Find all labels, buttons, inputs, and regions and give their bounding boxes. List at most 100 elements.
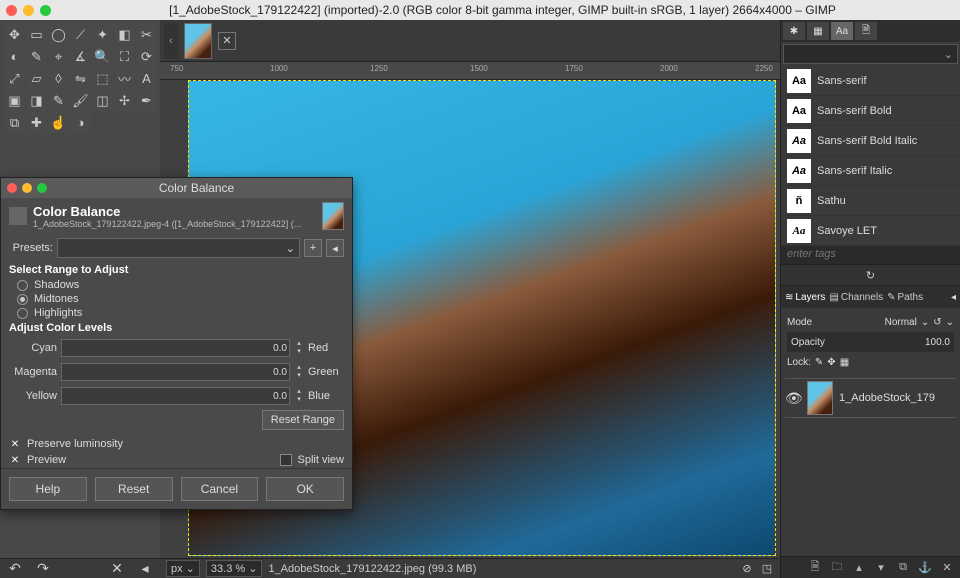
radio-midtones[interactable] bbox=[17, 294, 28, 305]
lock-pixel-icon[interactable]: ✎ bbox=[815, 357, 823, 368]
tab-close-icon[interactable]: ✕ bbox=[218, 32, 236, 50]
tool-eraser[interactable]: ◫ bbox=[92, 90, 113, 111]
tool-bycolor-select[interactable]: ◧ bbox=[114, 24, 135, 45]
spin-up-icon[interactable]: ▴ bbox=[294, 364, 304, 372]
preset-menu-icon[interactable]: ◂ bbox=[326, 239, 344, 257]
tool-flip[interactable]: ⇋ bbox=[70, 68, 91, 89]
help-button[interactable]: Help bbox=[9, 477, 87, 501]
tool-perspective[interactable]: ◊ bbox=[48, 68, 69, 89]
dialog-minimize-icon[interactable] bbox=[22, 183, 32, 193]
tool-text[interactable]: A bbox=[136, 68, 157, 89]
tool-rotate[interactable]: ⟳ bbox=[136, 46, 157, 67]
tab-prev-icon[interactable]: ‹ bbox=[164, 23, 178, 59]
tool-warp[interactable]: 〰 bbox=[114, 68, 135, 89]
anchor-layer-icon[interactable]: ⚓ bbox=[916, 560, 934, 576]
tool-bucket[interactable]: ▣ bbox=[4, 90, 25, 111]
tool-foreground[interactable]: ◐ bbox=[4, 46, 25, 67]
tool-zoom[interactable]: 🔍 bbox=[92, 46, 113, 67]
mode-select[interactable]: Normal bbox=[885, 317, 917, 328]
refresh-fonts-button[interactable]: ↻ bbox=[781, 264, 960, 286]
new-layer-icon[interactable]: 🗎 bbox=[806, 560, 824, 576]
spin-up-icon[interactable]: ▴ bbox=[294, 340, 304, 348]
tool-heal[interactable]: ✚ bbox=[26, 112, 47, 133]
tool-gradient[interactable]: ◨ bbox=[26, 90, 47, 111]
tool-smudge[interactable]: ☝ bbox=[48, 112, 69, 133]
font-item[interactable]: AaSans-serif Bold Italic bbox=[781, 126, 960, 156]
preserve-luminosity-checkbox[interactable]: ✕ bbox=[9, 438, 21, 450]
image-tab-thumb[interactable] bbox=[184, 23, 212, 59]
radio-shadows[interactable] bbox=[17, 280, 28, 291]
lower-layer-icon[interactable]: ▾ bbox=[872, 560, 890, 576]
spin-down-icon[interactable]: ▾ bbox=[294, 396, 304, 404]
slider-yellow-blue[interactable]: 0.0 bbox=[61, 387, 290, 405]
font-item[interactable]: AaSans-serif Italic bbox=[781, 156, 960, 186]
dock-tab-patterns-icon[interactable]: ▦ bbox=[807, 22, 829, 40]
dock-tab-brushes-icon[interactable]: ✱ bbox=[783, 22, 805, 40]
tab-layers[interactable]: ≋ Layers bbox=[785, 292, 825, 303]
tool-paintbrush[interactable]: 🖌 bbox=[70, 90, 91, 111]
radio-highlights[interactable] bbox=[17, 308, 28, 319]
tool-scale[interactable]: ⤢ bbox=[4, 68, 25, 89]
minimize-icon[interactable] bbox=[23, 5, 34, 16]
tool-move[interactable]: ✥ bbox=[4, 24, 25, 45]
delete-icon[interactable]: ✕ bbox=[108, 561, 126, 577]
unit-select[interactable]: px ⌄ bbox=[166, 560, 200, 577]
tool-paths[interactable]: ✎ bbox=[26, 46, 47, 67]
spin-up-icon[interactable]: ▴ bbox=[294, 388, 304, 396]
raise-layer-icon[interactable]: ▴ bbox=[850, 560, 868, 576]
tool-color-picker[interactable]: ⌖ bbox=[48, 46, 69, 67]
layer-item[interactable]: 👁 1_AdobeStock_179 bbox=[785, 378, 956, 418]
tool-free-select[interactable]: ⟋ bbox=[70, 24, 91, 45]
tool-pencil[interactable]: ✎ bbox=[48, 90, 69, 111]
font-item[interactable]: ñSathu bbox=[781, 186, 960, 216]
tab-channels[interactable]: ▤ Channels bbox=[829, 292, 883, 303]
tool-airbrush[interactable]: ✢ bbox=[114, 90, 135, 111]
font-tags-input[interactable]: enter tags bbox=[781, 246, 960, 264]
tool-dodge[interactable]: ◑ bbox=[70, 112, 91, 133]
font-item[interactable]: AaSavoye LET bbox=[781, 216, 960, 246]
duplicate-layer-icon[interactable]: ⧉ bbox=[894, 560, 912, 576]
slider-magenta-green[interactable]: 0.0 bbox=[61, 363, 290, 381]
tool-shear[interactable]: ▱ bbox=[26, 68, 47, 89]
tool-measure[interactable]: ∡ bbox=[70, 46, 91, 67]
dialog-close-icon[interactable] bbox=[7, 183, 17, 193]
font-filter-input[interactable]: ⌄ bbox=[783, 44, 958, 64]
ok-button[interactable]: OK bbox=[266, 477, 344, 501]
opacity-value[interactable]: 100.0 bbox=[925, 337, 950, 348]
visibility-icon[interactable]: 👁 bbox=[785, 390, 801, 407]
redo-icon[interactable]: ↷ bbox=[34, 561, 52, 577]
tool-crop[interactable]: ⛶ bbox=[114, 46, 135, 67]
tool-scissors[interactable]: ✂ bbox=[136, 24, 157, 45]
chevron-down-icon[interactable]: ⌄ bbox=[946, 317, 954, 328]
tool-rect-select[interactable]: ▭ bbox=[26, 24, 47, 45]
dialog-titlebar[interactable]: Color Balance bbox=[1, 178, 352, 198]
tool-ellipse-select[interactable]: ◯ bbox=[48, 24, 69, 45]
cancel-icon[interactable]: ⊘ bbox=[740, 562, 754, 576]
spin-down-icon[interactable]: ▾ bbox=[294, 372, 304, 380]
dialog-maximize-icon[interactable] bbox=[37, 183, 47, 193]
reset-button[interactable]: Reset bbox=[95, 477, 173, 501]
tool-fuzzy-select[interactable]: ✦ bbox=[92, 24, 113, 45]
undo-icon[interactable]: ↶ bbox=[6, 561, 24, 577]
nav-icon[interactable]: ◳ bbox=[760, 562, 774, 576]
tool-cage[interactable]: ⬚ bbox=[92, 68, 113, 89]
lock-alpha-icon[interactable]: ▦ bbox=[840, 357, 849, 368]
chevron-down-icon[interactable]: ⌄ bbox=[921, 317, 929, 328]
zoom-select[interactable]: 33.3 % ⌄ bbox=[206, 560, 263, 577]
slider-cyan-red[interactable]: 0.0 bbox=[61, 339, 290, 357]
presets-select[interactable]: ⌄ bbox=[57, 238, 300, 258]
tab-paths[interactable]: ✎ Paths bbox=[887, 292, 923, 303]
dock-tab-fonts-icon[interactable]: Aa bbox=[831, 22, 853, 40]
spin-down-icon[interactable]: ▾ bbox=[294, 348, 304, 356]
dock-menu-icon[interactable]: ◂ bbox=[951, 292, 956, 303]
tool-ink[interactable]: ✒ bbox=[136, 90, 157, 111]
reset-range-button[interactable]: Reset Range bbox=[262, 410, 344, 430]
tool-clone[interactable]: ⧉ bbox=[4, 112, 25, 133]
group-layer-icon[interactable]: 🗀 bbox=[828, 560, 846, 576]
cancel-button[interactable]: Cancel bbox=[181, 477, 259, 501]
font-item[interactable]: AaSans-serif Bold bbox=[781, 96, 960, 126]
dock-tab-documents-icon[interactable]: 🗎 bbox=[855, 22, 877, 40]
font-item[interactable]: AaSans-serif bbox=[781, 66, 960, 96]
preview-checkbox[interactable]: ✕ bbox=[9, 454, 21, 466]
close-icon[interactable] bbox=[6, 5, 17, 16]
